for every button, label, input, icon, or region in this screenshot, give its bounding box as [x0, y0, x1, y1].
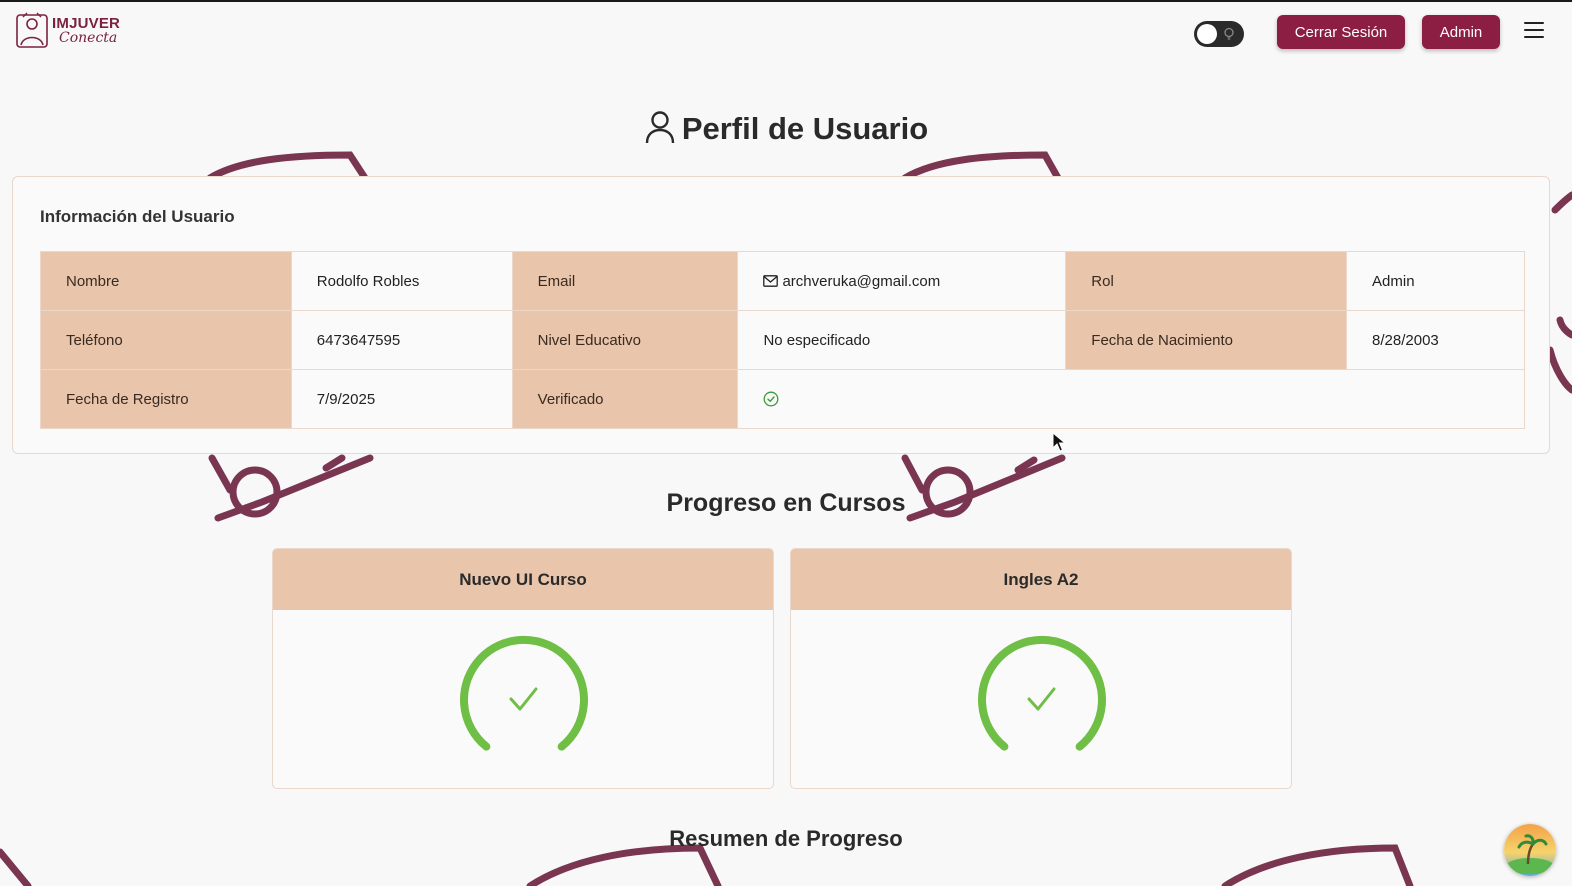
education-label: Nivel Educativo [511, 310, 739, 370]
menu-icon[interactable] [1524, 20, 1546, 40]
logo-emblem-icon [16, 12, 48, 48]
admin-button[interactable]: Admin [1422, 15, 1500, 49]
check-circle-icon [764, 391, 779, 406]
page-title-text: Perfil de Usuario [681, 111, 929, 146]
role-label: Rol [1065, 251, 1348, 311]
progress-section-title: Progreso en Cursos [666, 489, 906, 517]
email-value: archveruka@gmail.com [782, 272, 941, 290]
toggle-knob [1197, 24, 1217, 44]
beach-badge-icon[interactable] [1504, 824, 1556, 876]
verified-label: Verificado [511, 369, 739, 429]
phone-label: Teléfono [40, 310, 292, 370]
progress-gauge [460, 635, 588, 751]
education-value: No especificado [737, 310, 1067, 370]
table-row: Fecha de Registro 7/9/2025 Verificado [40, 369, 1525, 429]
email-label: Email [511, 251, 739, 311]
progress-gauge [978, 635, 1106, 751]
top-navbar: IMJUVER Conecta Cerrar Sesión Admin [0, 0, 1572, 64]
mouse-cursor-icon [1052, 432, 1066, 452]
role-value: Admin [1346, 251, 1525, 311]
user-info-table: Nombre Rodolfo Robles Email archveruka@g… [40, 251, 1525, 429]
course-card[interactable]: Ingles A2 [790, 548, 1292, 789]
course-title: Ingles A2 [791, 549, 1291, 610]
theme-toggle[interactable] [1194, 21, 1244, 47]
course-title: Nuevo UI Curso [273, 549, 773, 610]
registration-date-value: 7/9/2025 [290, 369, 513, 429]
page-title: Perfil de Usuario [0, 110, 1572, 147]
user-info-heading: Información del Usuario [40, 207, 235, 226]
user-info-card: Información del Usuario Nombre Rodolfo R… [12, 176, 1550, 454]
course-card[interactable]: Nuevo UI Curso [272, 548, 774, 789]
name-label: Nombre [40, 251, 292, 311]
logo-subtitle: Conecta [59, 30, 118, 46]
summary-section-title: Resumen de Progreso [669, 826, 903, 851]
verified-value [737, 369, 1525, 429]
user-icon [645, 111, 675, 144]
registration-date-label: Fecha de Registro [40, 369, 292, 429]
table-row: Nombre Rodolfo Robles Email archveruka@g… [40, 251, 1525, 311]
lightbulb-icon [1224, 27, 1234, 40]
phone-value: 6473647595 [290, 310, 513, 370]
email-cell: archveruka@gmail.com [737, 251, 1067, 311]
mail-icon [763, 274, 779, 287]
name-value: Rodolfo Robles [290, 251, 513, 311]
logout-button[interactable]: Cerrar Sesión [1277, 15, 1405, 49]
table-row: Teléfono 6473647595 Nivel Educativo No e… [40, 310, 1525, 370]
check-icon [1027, 687, 1056, 711]
birthdate-label: Fecha de Nacimiento [1065, 310, 1348, 370]
birthdate-value: 8/28/2003 [1346, 310, 1525, 370]
logo[interactable]: IMJUVER Conecta [15, 11, 125, 51]
check-icon [509, 687, 538, 711]
